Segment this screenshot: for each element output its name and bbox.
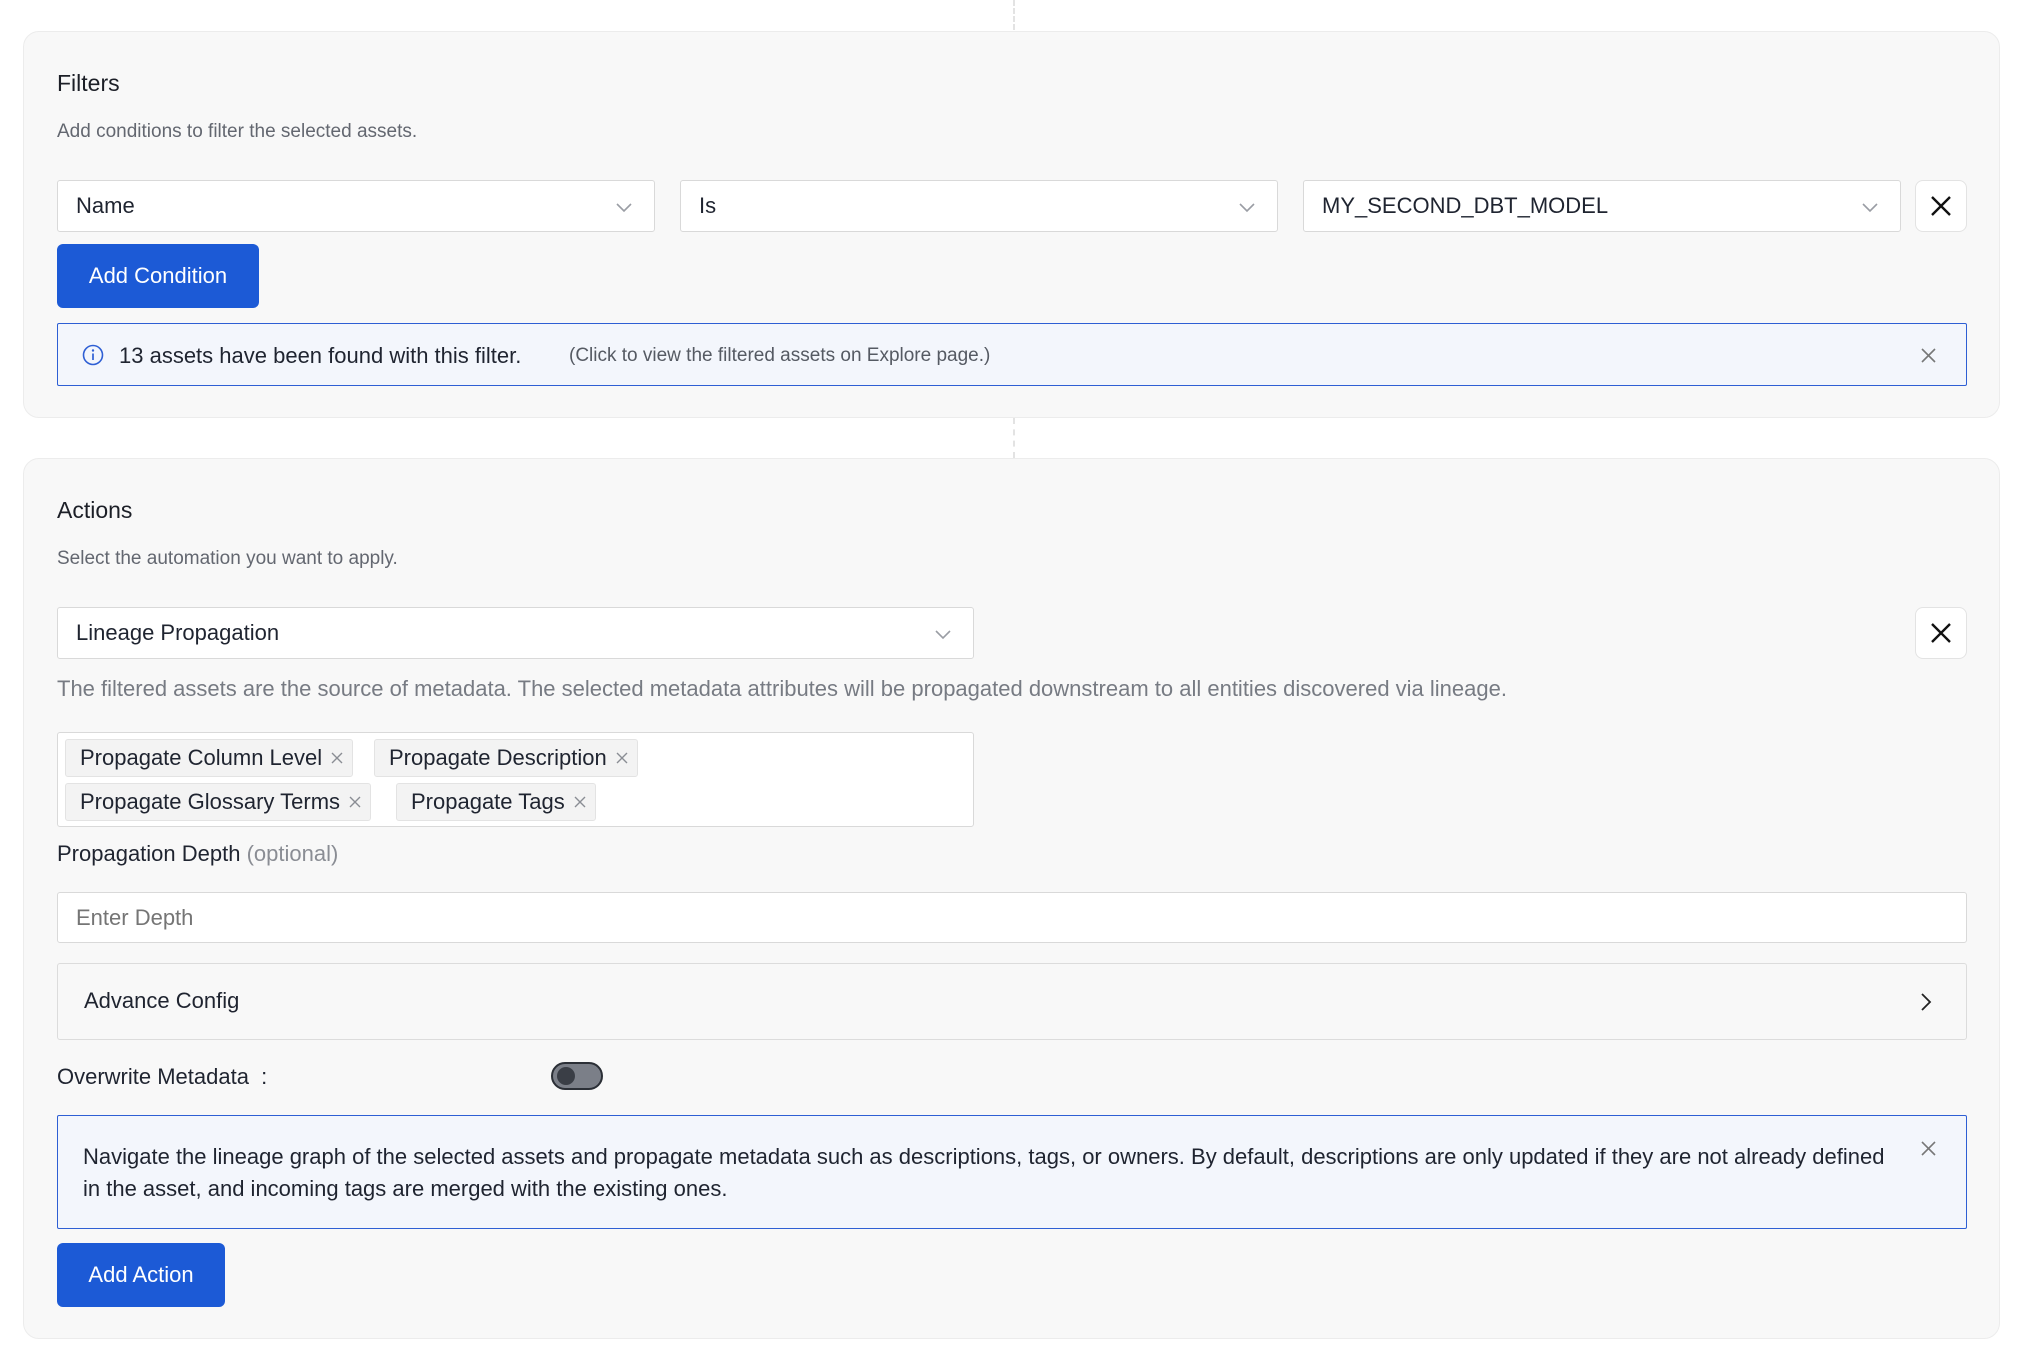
remove-tag-icon[interactable] bbox=[348, 795, 362, 809]
close-icon bbox=[1931, 623, 1951, 643]
filters-card: Filters Add conditions to filter the sel… bbox=[23, 31, 2000, 418]
lineage-info-text: Navigate the lineage graph of the select… bbox=[83, 1144, 1885, 1201]
chevron-down-icon bbox=[935, 630, 951, 640]
condition-operator-select[interactable]: Is bbox=[680, 180, 1278, 232]
info-icon bbox=[82, 344, 104, 366]
add-action-button[interactable]: Add Action bbox=[57, 1243, 225, 1307]
tag-label: Propagate Tags bbox=[411, 789, 565, 814]
propagate-option-tag: Propagate Description bbox=[374, 739, 638, 777]
advance-config-label: Advance Config bbox=[84, 988, 240, 1013]
chevron-down-icon bbox=[1239, 203, 1255, 213]
advance-config-panel[interactable]: Advance Config bbox=[57, 963, 1967, 1040]
condition-value-select[interactable]: MY_SECOND_DBT_MODEL bbox=[1303, 180, 1901, 232]
lineage-info-banner: Navigate the lineage graph of the select… bbox=[57, 1115, 1967, 1229]
action-description: The filtered assets are the source of me… bbox=[57, 676, 1507, 701]
chevron-down-icon bbox=[1862, 203, 1878, 213]
overwrite-metadata-toggle[interactable] bbox=[551, 1062, 603, 1090]
remove-tag-icon[interactable] bbox=[573, 795, 587, 809]
propagate-option-tag: Propagate Glossary Terms bbox=[65, 783, 372, 821]
overwrite-label-text: Overwrite Metadata bbox=[57, 1064, 249, 1089]
connector-line-top bbox=[1013, 0, 1015, 30]
condition-field-select[interactable]: Name bbox=[57, 180, 655, 232]
filter-result-message: 13 assets have been found with this filt… bbox=[119, 343, 522, 368]
actions-title: Actions bbox=[57, 497, 133, 523]
toggle-knob bbox=[557, 1067, 575, 1085]
action-type-value: Lineage Propagation bbox=[76, 620, 280, 645]
remove-tag-icon[interactable] bbox=[615, 751, 629, 765]
overwrite-label-colon: : bbox=[261, 1064, 268, 1089]
overwrite-metadata-label: Overwrite Metadata : bbox=[57, 1064, 267, 1090]
condition-operator-value: Is bbox=[699, 193, 717, 218]
condition-value-value: MY_SECOND_DBT_MODEL bbox=[1322, 193, 1609, 218]
filter-result-banner[interactable]: 13 assets have been found with this filt… bbox=[57, 323, 1967, 386]
close-icon bbox=[1931, 196, 1951, 216]
tag-label: Propagate Description bbox=[389, 745, 607, 770]
tag-label: Propagate Column Level bbox=[80, 745, 323, 770]
actions-subtitle: Select the automation you want to apply. bbox=[57, 548, 398, 569]
depth-label-text: Propagation Depth bbox=[57, 841, 241, 866]
propagation-depth-input[interactable] bbox=[57, 892, 1967, 943]
automation-editor: Filters Add conditions to filter the sel… bbox=[0, 0, 2022, 1350]
chevron-down-icon bbox=[616, 203, 632, 213]
chevron-right-icon bbox=[1921, 993, 1932, 1011]
propagate-option-tag: Propagate Tags bbox=[396, 783, 596, 821]
propagation-depth-label: Propagation Depth (optional) bbox=[57, 841, 338, 867]
filters-title: Filters bbox=[57, 70, 120, 96]
filters-subtitle: Add conditions to filter the selected as… bbox=[57, 121, 418, 142]
close-icon[interactable] bbox=[1921, 348, 1936, 363]
filter-result-hint[interactable]: (Click to view the filtered assets on Ex… bbox=[569, 345, 990, 367]
propagate-options-multiselect[interactable]: Propagate Column Level Propagate Descrip… bbox=[57, 732, 974, 827]
depth-optional-text: (optional) bbox=[246, 841, 339, 866]
action-type-select[interactable]: Lineage Propagation bbox=[57, 607, 974, 659]
remove-tag-icon[interactable] bbox=[330, 751, 344, 765]
tag-label: Propagate Glossary Terms bbox=[80, 789, 341, 814]
close-icon[interactable] bbox=[1921, 1141, 1936, 1156]
actions-card: Actions Select the automation you want t… bbox=[23, 458, 2000, 1339]
remove-condition-button[interactable] bbox=[1915, 180, 1967, 232]
connector-line-middle bbox=[1013, 418, 1015, 458]
remove-action-button[interactable] bbox=[1915, 607, 1967, 659]
propagate-option-tag: Propagate Column Level bbox=[65, 739, 354, 777]
add-condition-button[interactable]: Add Condition bbox=[57, 244, 259, 308]
condition-field-value: Name bbox=[76, 193, 135, 218]
